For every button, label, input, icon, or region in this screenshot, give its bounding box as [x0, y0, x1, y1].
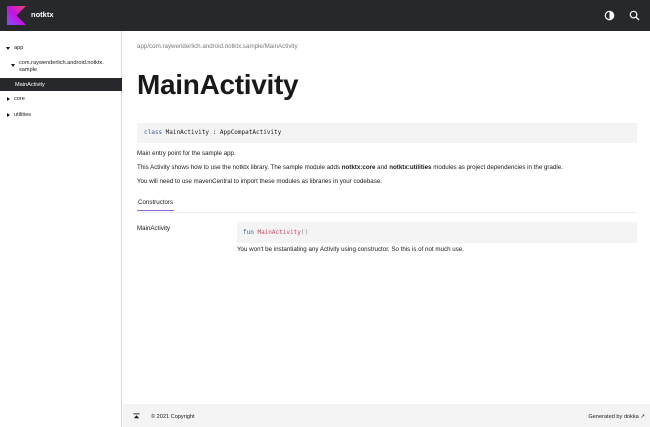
sidebar-item-label: utilities — [14, 112, 32, 118]
main-content: app/com.raywenderlich.android.notktx.sam… — [123, 31, 650, 404]
signature-keyword: class — [144, 129, 163, 136]
sidebar-item-label: app — [14, 45, 24, 51]
sidebar: app com.raywenderlich.android.notktx. sa… — [0, 31, 122, 427]
copyright: © 2021 Copyright — [151, 414, 195, 420]
theme-toggle-icon[interactable] — [603, 9, 616, 22]
kotlin-logo-icon[interactable] — [7, 6, 26, 25]
text: This Activity shows how to use the notkt… — [137, 164, 342, 171]
member-function-name[interactable]: MainActivity — [257, 229, 300, 236]
chevron-right-icon[interactable] — [7, 97, 10, 101]
member-link[interactable]: MainActivity — [137, 225, 170, 232]
bold-text: notktx:utilities — [389, 164, 432, 171]
member-keyword: fun — [243, 229, 254, 236]
sidebar-item-app[interactable]: app — [0, 44, 122, 54]
description-paragraph: This Activity shows how to use the notkt… — [137, 164, 563, 171]
footer: © 2021 Copyright Generated by dokka ↗ — [123, 404, 650, 427]
text: modules as project dependencies in the g… — [431, 164, 563, 171]
chevron-right-icon[interactable] — [7, 113, 10, 117]
bold-text: notktx:core — [341, 164, 376, 171]
signature-text: MainActivity : AppCompatActivity — [162, 129, 282, 136]
sidebar-item-label: core — [14, 96, 25, 102]
description-paragraph: You will need to use mavenCentral to imp… — [137, 178, 382, 185]
search-icon[interactable] — [628, 9, 641, 22]
member-parens: () — [300, 229, 309, 236]
member-description: You won't be instantiating any Activity … — [237, 246, 464, 253]
top-bar: notktx — [0, 0, 650, 31]
sidebar-item-mainactivity[interactable]: MainActivity — [0, 78, 122, 91]
app-title[interactable]: notktx — [31, 10, 54, 19]
generated-by-link[interactable]: Generated by dokka ↗ — [588, 414, 645, 420]
breadcrumb[interactable]: app/com.raywenderlich.android.notktx.sam… — [137, 43, 298, 50]
scroll-to-top-icon[interactable] — [133, 413, 140, 420]
sidebar-item-utilities[interactable]: utilities — [0, 111, 122, 121]
divider — [137, 212, 637, 213]
class-signature: class MainActivity : AppCompatActivity — [137, 123, 637, 143]
sidebar-item-label: com.raywenderlich.android.notktx. sample — [19, 60, 104, 73]
page-title: MainActivity — [137, 69, 299, 100]
sidebar-item-label: MainActivity — [15, 81, 45, 88]
sidebar-item-package[interactable]: com.raywenderlich.android.notktx. sample — [0, 60, 122, 76]
chevron-down-icon[interactable] — [11, 64, 15, 67]
description-paragraph: Main entry point for the sample app. — [137, 150, 236, 157]
text: and — [375, 164, 390, 171]
chevron-down-icon[interactable] — [6, 46, 10, 50]
member-signature: fun MainActivity() — [237, 222, 637, 243]
sidebar-item-core[interactable]: core — [0, 95, 122, 105]
tab-constructors[interactable]: Constructors — [137, 199, 175, 211]
